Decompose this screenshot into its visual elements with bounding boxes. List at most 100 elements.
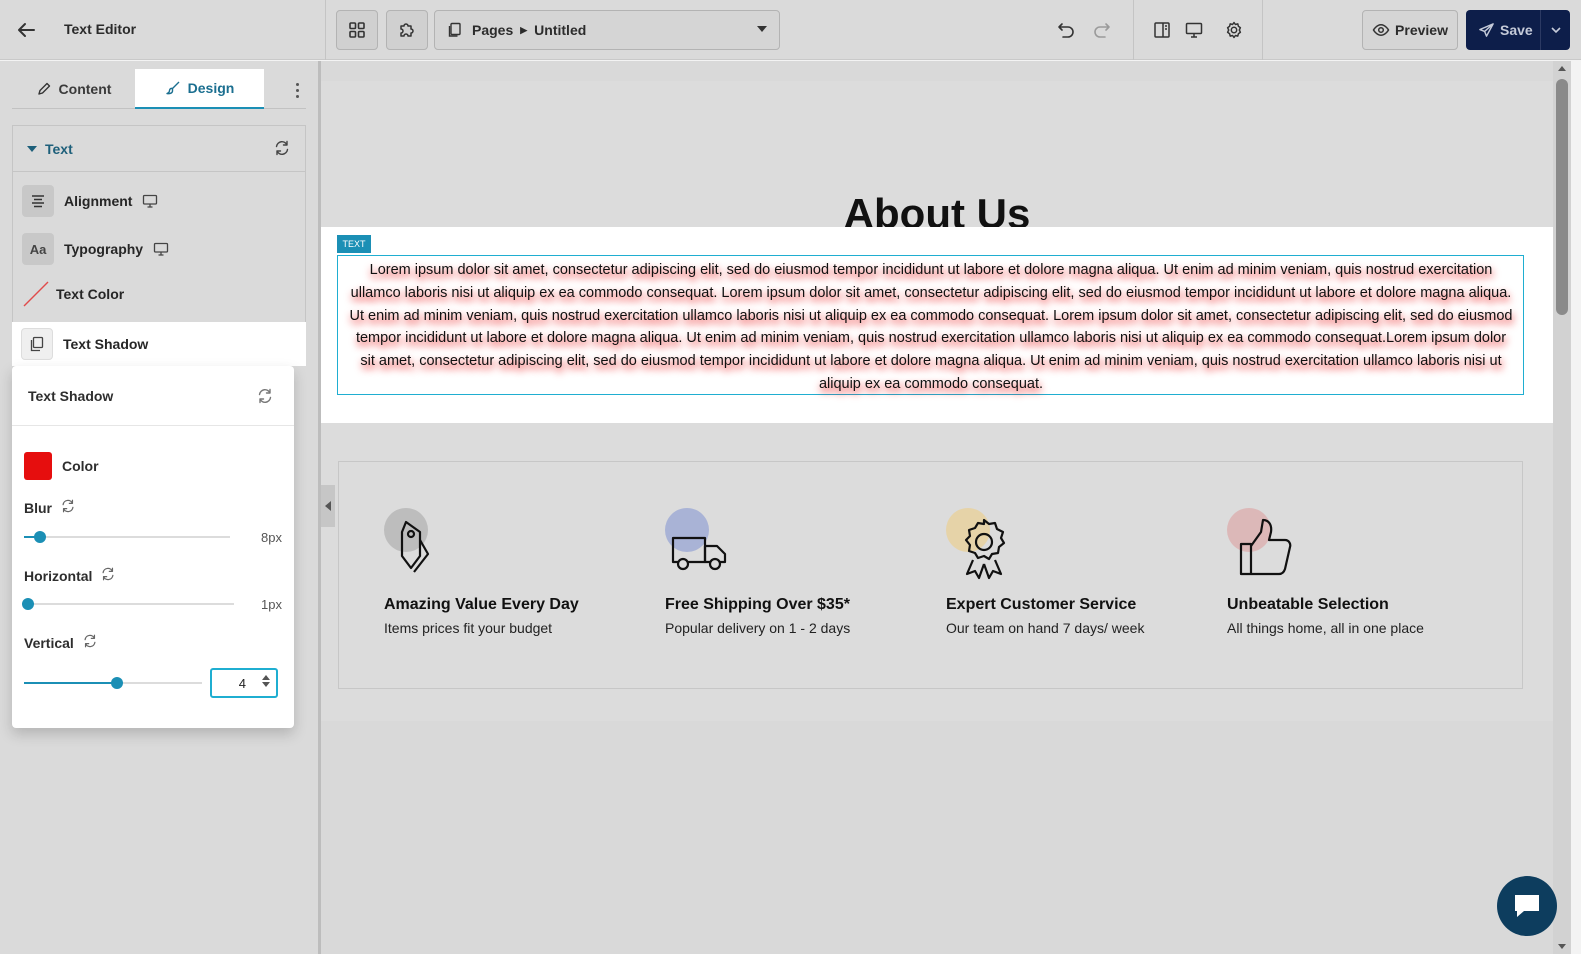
- save-button[interactable]: Save: [1466, 10, 1540, 50]
- reset-icon[interactable]: [273, 139, 291, 160]
- text-widget-content[interactable]: Lorem ipsum dolor sit amet, consectetur …: [347, 259, 1515, 396]
- reset-icon[interactable]: [60, 498, 76, 517]
- no-color-icon: [22, 280, 50, 308]
- undo-icon: [1058, 23, 1074, 38]
- blur-value: 8px: [261, 530, 282, 545]
- tab-design[interactable]: Design: [135, 69, 264, 109]
- tab-content-label: Content: [58, 81, 112, 97]
- feature-title: Expert Customer Service: [946, 596, 1137, 613]
- blur-slider-handle[interactable]: [34, 531, 46, 543]
- desktop-icon: [1185, 22, 1203, 38]
- save-options-button[interactable]: [1540, 10, 1570, 50]
- feature-item[interactable]: Expert Customer Service Our team on hand…: [946, 508, 1206, 636]
- brush-icon: [165, 81, 180, 95]
- back-arrow-icon[interactable]: [14, 18, 38, 42]
- undo-button[interactable]: [1054, 18, 1078, 42]
- layout-toggle-button[interactable]: [1150, 18, 1174, 42]
- chat-support-button[interactable]: [1497, 876, 1557, 936]
- send-icon: [1479, 22, 1494, 37]
- text-widget[interactable]: TEXT Lorem ipsum dolor sit amet, consect…: [321, 227, 1553, 423]
- text-shadow-popover: Text Shadow Color Blur 8px Horizontal 1p…: [12, 366, 294, 728]
- chevron-down-icon: [1550, 27, 1561, 34]
- caret-left-icon: [325, 501, 331, 511]
- typography-label: Typography: [64, 241, 144, 257]
- text-section-header[interactable]: Text: [12, 125, 306, 171]
- add-ons-button[interactable]: [386, 10, 428, 50]
- horizontal-label-row: Horizontal: [24, 566, 116, 585]
- vertical-value: 4: [238, 675, 246, 691]
- chevron-down-icon: [757, 26, 767, 32]
- app-title: Text Editor: [64, 21, 137, 37]
- desktop-icon: [143, 194, 158, 208]
- reset-icon[interactable]: [100, 566, 116, 585]
- editor-canvas: About Us TEXT Lorem ipsum dolor sit amet…: [321, 61, 1553, 954]
- device-preview-button[interactable]: [1182, 18, 1206, 42]
- text-color-label: Text Color: [56, 286, 125, 302]
- feature-item[interactable]: Amazing Value Every Day Items prices fit…: [384, 508, 644, 636]
- settings-button[interactable]: [1222, 18, 1246, 42]
- feature-title: Unbeatable Selection: [1227, 596, 1389, 613]
- alignment-option[interactable]: Alignment: [22, 185, 158, 217]
- popover-header: Text Shadow: [12, 366, 294, 426]
- popover-title: Text Shadow: [28, 387, 114, 404]
- scroll-down-icon[interactable]: [1558, 944, 1566, 949]
- horizontal-slider-handle[interactable]: [22, 598, 34, 610]
- collapse-sidebar-button[interactable]: [321, 485, 335, 527]
- tab-content[interactable]: Content: [12, 69, 135, 109]
- feature-item[interactable]: Free Shipping Over $35* Popular delivery…: [665, 508, 925, 636]
- section-title: Text: [45, 140, 73, 157]
- blur-slider[interactable]: [24, 531, 230, 543]
- features-section[interactable]: Amazing Value Every Day Items prices fit…: [338, 461, 1523, 689]
- panel-tabs: Content Design: [12, 69, 306, 109]
- canvas-scrollbar[interactable]: [1553, 61, 1571, 954]
- page-preview: About Us TEXT Lorem ipsum dolor sit amet…: [321, 81, 1553, 721]
- feature-title: Amazing Value Every Day: [384, 596, 579, 613]
- page-name: Untitled: [534, 22, 587, 38]
- vertical-slider[interactable]: [24, 677, 202, 689]
- alignment-label: Alignment: [64, 193, 133, 209]
- text-widget-tag[interactable]: TEXT: [337, 235, 371, 253]
- preview-label: Preview: [1395, 22, 1448, 38]
- stepper-arrows-icon[interactable]: [262, 675, 270, 687]
- reset-icon[interactable]: [82, 633, 98, 652]
- price-tag-icon: [384, 508, 448, 580]
- scroll-up-icon[interactable]: [1558, 66, 1566, 71]
- page-selector[interactable]: Pages ▶ Untitled: [434, 10, 780, 50]
- feature-subtitle: Popular delivery on 1 - 2 days: [665, 620, 851, 636]
- align-center-icon: [22, 185, 54, 217]
- preview-button[interactable]: Preview: [1362, 10, 1458, 50]
- typography-icon: Aa: [22, 233, 54, 265]
- toolbar-divider: [1262, 0, 1263, 60]
- top-bar: Text Editor Pages ▶ Untitled Preview Sav…: [0, 0, 1581, 60]
- shadow-color-swatch[interactable]: [24, 452, 52, 480]
- grid-icon: [349, 22, 365, 38]
- toolbar-divider: [325, 0, 326, 60]
- horizontal-slider[interactable]: [22, 598, 234, 610]
- horizontal-value: 1px: [261, 597, 282, 612]
- blur-label-row: Blur: [24, 498, 76, 517]
- vertical-slider-handle[interactable]: [111, 677, 123, 689]
- typography-option[interactable]: Aa Typography: [22, 233, 169, 265]
- scrollbar-thumb[interactable]: [1556, 79, 1568, 315]
- eye-icon: [1372, 24, 1390, 36]
- pages-label: Pages: [472, 22, 514, 38]
- blur-label: Blur: [24, 499, 52, 516]
- color-label: Color: [62, 458, 99, 474]
- redo-button[interactable]: [1090, 18, 1114, 42]
- feature-subtitle: All things home, all in one place: [1227, 620, 1424, 636]
- sidebar-layout-icon: [1154, 22, 1170, 38]
- vertical-number-input[interactable]: 4: [210, 668, 278, 698]
- left-sidebar: Content Design Text Alignment Aa Typogra…: [0, 61, 318, 954]
- pages-icon: [448, 22, 461, 37]
- more-options-icon[interactable]: [288, 79, 306, 101]
- widgets-grid-button[interactable]: [336, 10, 378, 50]
- text-color-option[interactable]: Text Color: [22, 278, 124, 310]
- feature-item[interactable]: Unbeatable Selection All things home, al…: [1227, 508, 1487, 636]
- redo-icon: [1094, 23, 1110, 38]
- feature-subtitle: Our team on hand 7 days/ week: [946, 620, 1145, 636]
- vertical-slider-fill: [24, 682, 117, 684]
- horizontal-label: Horizontal: [24, 567, 93, 584]
- text-shadow-option[interactable]: Text Shadow: [12, 322, 306, 366]
- delivery-truck-icon: [665, 508, 729, 580]
- reset-icon[interactable]: [256, 387, 274, 408]
